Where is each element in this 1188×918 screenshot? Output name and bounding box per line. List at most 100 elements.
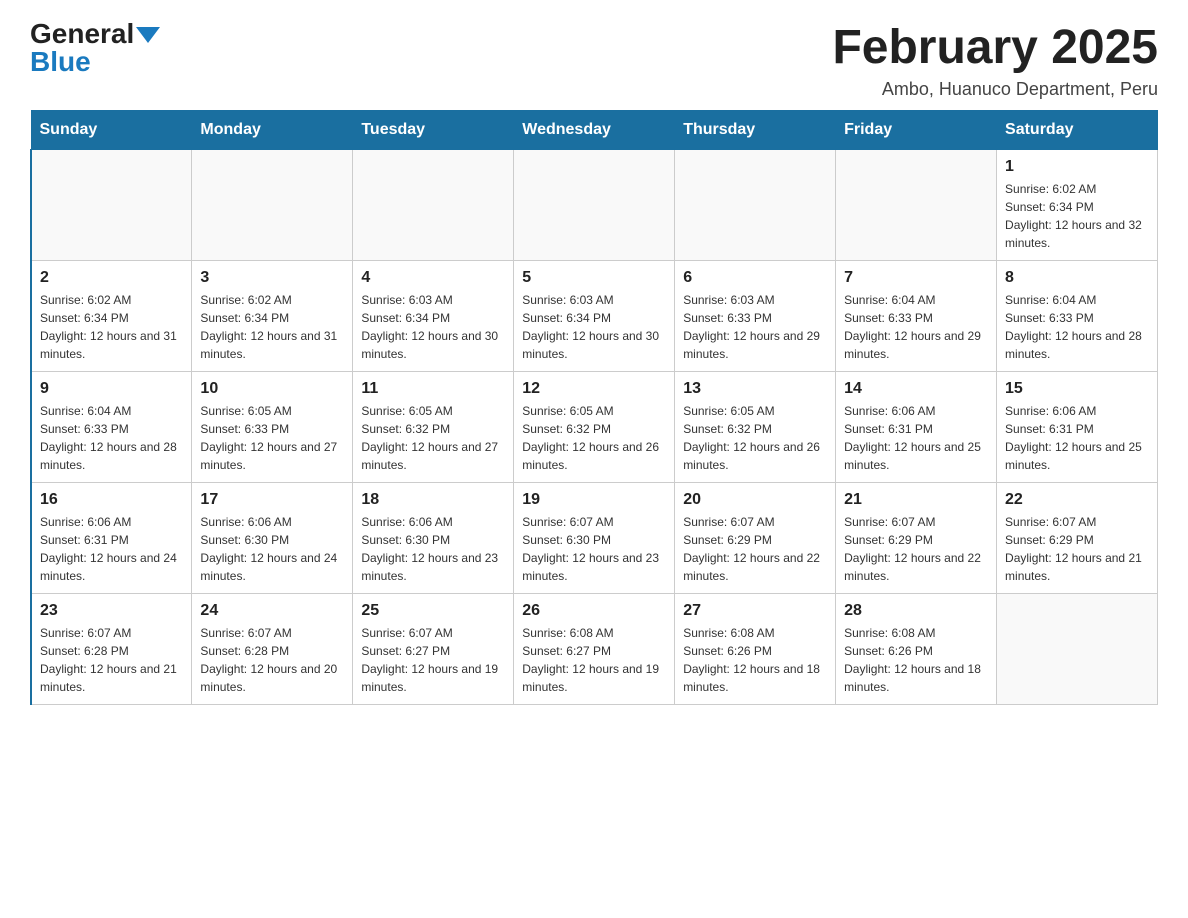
calendar-table: SundayMondayTuesdayWednesdayThursdayFrid…: [30, 110, 1158, 705]
logo-general-text: General: [30, 18, 134, 49]
calendar-cell: [353, 150, 514, 261]
day-number: 10: [200, 380, 344, 398]
day-info: Sunrise: 6:06 AM Sunset: 6:31 PM Dayligh…: [1005, 402, 1149, 474]
day-info: Sunrise: 6:04 AM Sunset: 6:33 PM Dayligh…: [844, 291, 988, 363]
day-number: 17: [200, 491, 344, 509]
calendar-cell: 17 Sunrise: 6:06 AM Sunset: 6:30 PM Dayli…: [192, 483, 353, 594]
logo-general-line: General: [30, 20, 160, 48]
day-number: 19: [522, 491, 666, 509]
calendar-week-row: 9Sunrise: 6:04 AM Sunset: 6:33 PM Daylig…: [31, 372, 1158, 483]
calendar-cell: 7 Sunrise: 6:04 AM Sunset: 6:33 PM Daylig…: [836, 261, 997, 372]
calendar-cell: 5 Sunrise: 6:03 AM Sunset: 6:34 PM Daylig…: [514, 261, 675, 372]
calendar-cell: 15Sunrise: 6:06 AM Sunset: 6:31 PM Dayli…: [997, 372, 1158, 483]
day-of-week-header: Thursday: [675, 111, 836, 150]
day-info: Sunrise: 6:08 AM Sunset: 6:26 PM Dayligh…: [683, 624, 827, 696]
title-area: February 2025 Ambo, Huanuco Department, …: [832, 20, 1158, 100]
day-info: Sunrise: 6:07 AM Sunset: 6:28 PM Dayligh…: [40, 624, 183, 696]
calendar-cell: 23 Sunrise: 6:07 AM Sunset: 6:28 PM Dayli…: [31, 594, 192, 705]
day-number: 1: [1005, 158, 1149, 176]
calendar-cell: 10 Sunrise: 6:05 AM Sunset: 6:33 PM Dayli…: [192, 372, 353, 483]
calendar-cell: [675, 150, 836, 261]
calendar-cell: 8 Sunrise: 6:04 AM Sunset: 6:33 PM Daylig…: [997, 261, 1158, 372]
calendar-cell: 12Sunrise: 6:05 AM Sunset: 6:32 PM Dayli…: [514, 372, 675, 483]
day-info: Sunrise: 6:05 AM Sunset: 6:32 PM Dayligh…: [683, 402, 827, 474]
calendar-week-row: 1 Sunrise: 6:02 AM Sunset: 6:34 PM Daylig…: [31, 150, 1158, 261]
day-number: 22: [1005, 491, 1149, 509]
calendar-cell: 26 Sunrise: 6:08 AM Sunset: 6:27 PM Dayli…: [514, 594, 675, 705]
calendar-cell: [997, 594, 1158, 705]
day-of-week-header: Saturday: [997, 111, 1158, 150]
day-info: Sunrise: 6:07 AM Sunset: 6:29 PM Dayligh…: [1005, 513, 1149, 585]
calendar-cell: [514, 150, 675, 261]
logo: General Blue: [30, 20, 160, 76]
calendar-cell: 16 Sunrise: 6:06 AM Sunset: 6:31 PM Dayli…: [31, 483, 192, 594]
calendar-cell: 11 Sunrise: 6:05 AM Sunset: 6:32 PM Dayli…: [353, 372, 514, 483]
logo-blue-text: Blue: [30, 48, 91, 76]
day-of-week-header: Sunday: [31, 111, 192, 150]
day-info: Sunrise: 6:02 AM Sunset: 6:34 PM Dayligh…: [40, 291, 183, 363]
calendar-week-row: 2 Sunrise: 6:02 AM Sunset: 6:34 PM Daylig…: [31, 261, 1158, 372]
day-number: 13: [683, 380, 827, 398]
calendar-cell: 13 Sunrise: 6:05 AM Sunset: 6:32 PM Dayli…: [675, 372, 836, 483]
calendar-cell: 1 Sunrise: 6:02 AM Sunset: 6:34 PM Daylig…: [997, 150, 1158, 261]
calendar-cell: 9Sunrise: 6:04 AM Sunset: 6:33 PM Daylig…: [31, 372, 192, 483]
calendar-cell: 4 Sunrise: 6:03 AM Sunset: 6:34 PM Daylig…: [353, 261, 514, 372]
day-info: Sunrise: 6:05 AM Sunset: 6:32 PM Dayligh…: [361, 402, 505, 474]
page-header: General Blue February 2025 Ambo, Huanuco…: [30, 20, 1158, 100]
calendar-cell: 19 Sunrise: 6:07 AM Sunset: 6:30 PM Dayli…: [514, 483, 675, 594]
day-of-week-header: Friday: [836, 111, 997, 150]
day-number: 21: [844, 491, 988, 509]
day-number: 27: [683, 602, 827, 620]
day-number: 12: [522, 380, 666, 398]
day-number: 28: [844, 602, 988, 620]
day-info: Sunrise: 6:03 AM Sunset: 6:34 PM Dayligh…: [522, 291, 666, 363]
calendar-cell: 28 Sunrise: 6:08 AM Sunset: 6:26 PM Dayli…: [836, 594, 997, 705]
day-of-week-header: Wednesday: [514, 111, 675, 150]
day-number: 7: [844, 269, 988, 287]
day-number: 16: [40, 491, 183, 509]
day-number: 26: [522, 602, 666, 620]
day-info: Sunrise: 6:06 AM Sunset: 6:31 PM Dayligh…: [40, 513, 183, 585]
day-info: Sunrise: 6:08 AM Sunset: 6:26 PM Dayligh…: [844, 624, 988, 696]
calendar-cell: 27 Sunrise: 6:08 AM Sunset: 6:26 PM Dayli…: [675, 594, 836, 705]
day-info: Sunrise: 6:07 AM Sunset: 6:27 PM Dayligh…: [361, 624, 505, 696]
day-number: 9: [40, 380, 183, 398]
day-info: Sunrise: 6:07 AM Sunset: 6:28 PM Dayligh…: [200, 624, 344, 696]
day-info: Sunrise: 6:07 AM Sunset: 6:29 PM Dayligh…: [844, 513, 988, 585]
day-info: Sunrise: 6:06 AM Sunset: 6:31 PM Dayligh…: [844, 402, 988, 474]
day-info: Sunrise: 6:03 AM Sunset: 6:33 PM Dayligh…: [683, 291, 827, 363]
calendar-cell: 25 Sunrise: 6:07 AM Sunset: 6:27 PM Dayli…: [353, 594, 514, 705]
day-number: 4: [361, 269, 505, 287]
calendar-cell: 20 Sunrise: 6:07 AM Sunset: 6:29 PM Dayli…: [675, 483, 836, 594]
day-info: Sunrise: 6:07 AM Sunset: 6:30 PM Dayligh…: [522, 513, 666, 585]
day-number: 6: [683, 269, 827, 287]
calendar-cell: [31, 150, 192, 261]
day-info: Sunrise: 6:05 AM Sunset: 6:33 PM Dayligh…: [200, 402, 344, 474]
calendar-cell: 24 Sunrise: 6:07 AM Sunset: 6:28 PM Dayli…: [192, 594, 353, 705]
day-info: Sunrise: 6:06 AM Sunset: 6:30 PM Dayligh…: [200, 513, 344, 585]
calendar-cell: [836, 150, 997, 261]
day-number: 23: [40, 602, 183, 620]
day-info: Sunrise: 6:04 AM Sunset: 6:33 PM Dayligh…: [1005, 291, 1149, 363]
calendar-week-row: 23 Sunrise: 6:07 AM Sunset: 6:28 PM Dayli…: [31, 594, 1158, 705]
day-number: 24: [200, 602, 344, 620]
day-info: Sunrise: 6:07 AM Sunset: 6:29 PM Dayligh…: [683, 513, 827, 585]
day-info: Sunrise: 6:03 AM Sunset: 6:34 PM Dayligh…: [361, 291, 505, 363]
day-number: 25: [361, 602, 505, 620]
calendar-subtitle: Ambo, Huanuco Department, Peru: [832, 79, 1158, 100]
day-number: 5: [522, 269, 666, 287]
day-info: Sunrise: 6:02 AM Sunset: 6:34 PM Dayligh…: [1005, 180, 1149, 252]
calendar-cell: 2 Sunrise: 6:02 AM Sunset: 6:34 PM Daylig…: [31, 261, 192, 372]
day-number: 8: [1005, 269, 1149, 287]
day-number: 14: [844, 380, 988, 398]
calendar-cell: 14 Sunrise: 6:06 AM Sunset: 6:31 PM Dayli…: [836, 372, 997, 483]
calendar-header-row: SundayMondayTuesdayWednesdayThursdayFrid…: [31, 111, 1158, 150]
day-info: Sunrise: 6:08 AM Sunset: 6:27 PM Dayligh…: [522, 624, 666, 696]
day-number: 11: [361, 380, 505, 398]
day-number: 2: [40, 269, 183, 287]
day-number: 3: [200, 269, 344, 287]
day-info: Sunrise: 6:06 AM Sunset: 6:30 PM Dayligh…: [361, 513, 505, 585]
calendar-title: February 2025: [832, 20, 1158, 75]
day-number: 20: [683, 491, 827, 509]
calendar-cell: 21 Sunrise: 6:07 AM Sunset: 6:29 PM Dayli…: [836, 483, 997, 594]
